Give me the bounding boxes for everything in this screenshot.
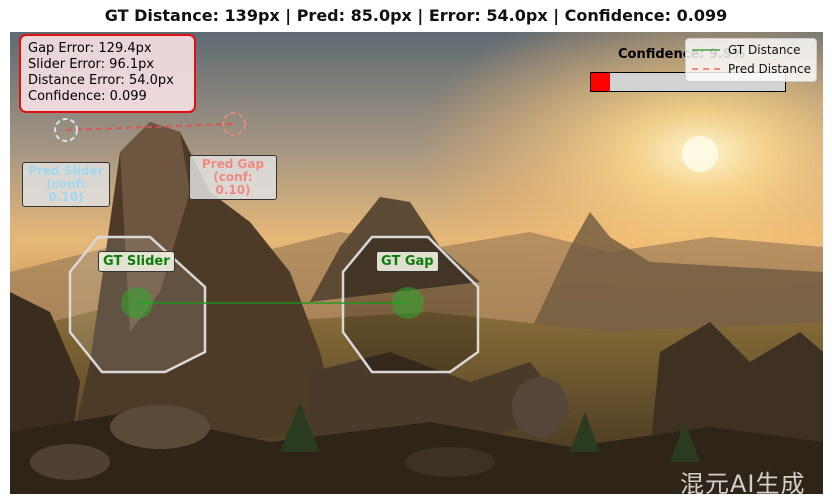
error-stats-box: Gap Error: 129.4px Slider Error: 96.1px … xyxy=(19,34,196,113)
pred-gap-label: Pred Gap (conf: 0.10) xyxy=(189,155,277,200)
chart-legend: GT Distance Pred Distance xyxy=(685,38,817,82)
distance-error-text: Distance Error: 54.0px xyxy=(28,73,174,88)
boulder-1 xyxy=(110,405,210,449)
gt-slider-center-marker xyxy=(121,287,153,319)
legend-item-gt-distance: GT Distance xyxy=(692,43,801,57)
legend-pred-label: Pred Distance xyxy=(728,62,811,76)
pred-slider-label: Pred Slider (conf: 0.10) xyxy=(22,162,110,207)
slider-error-text: Slider Error: 96.1px xyxy=(28,57,155,72)
confidence-text: Confidence: 0.099 xyxy=(28,89,147,104)
figure-title: GT Distance: 139px | Pred: 85.0px | Erro… xyxy=(104,6,728,25)
legend-item-pred-distance: Pred Distance xyxy=(692,62,811,76)
legend-pred-line-swatch xyxy=(692,68,720,70)
legend-gt-label: GT Distance xyxy=(728,43,801,57)
confidence-meter-fill xyxy=(591,73,611,91)
boulder-2 xyxy=(512,377,568,437)
gt-gap-center-marker xyxy=(392,287,424,319)
gap-error-text: Gap Error: 129.4px xyxy=(28,41,152,56)
boulder-3 xyxy=(30,444,110,480)
gt-slider-label: GT Slider xyxy=(98,251,175,272)
sun xyxy=(682,136,718,172)
gt-gap-label: GT Gap xyxy=(376,251,439,272)
legend-gt-line-swatch xyxy=(692,49,720,51)
ai-watermark: 混元AI生成 xyxy=(680,470,806,498)
boulder-4 xyxy=(405,447,495,477)
